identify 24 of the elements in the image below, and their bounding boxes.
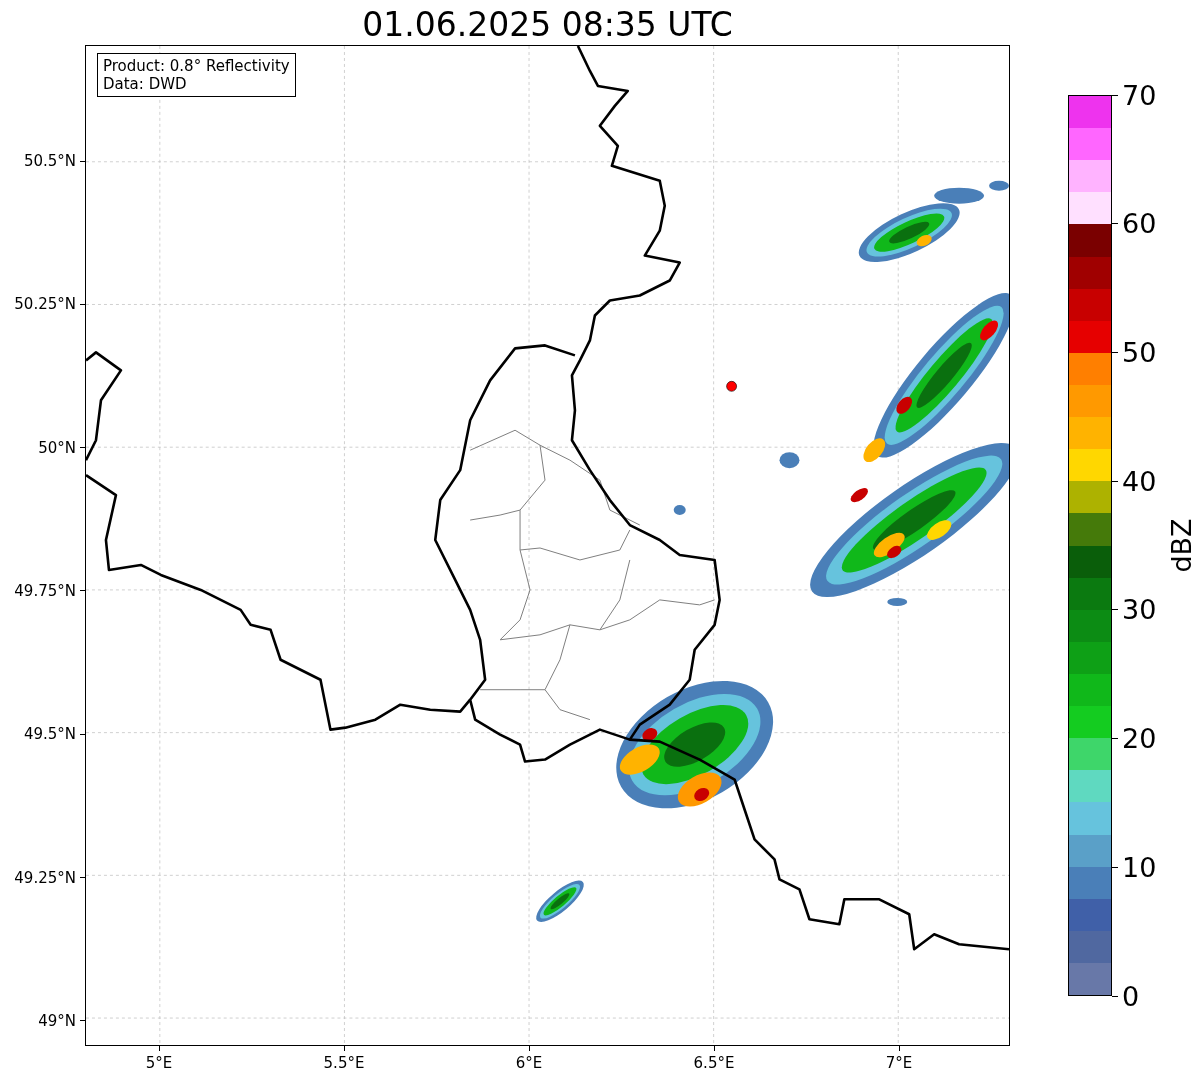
- longitude-tick-label: 6°E: [515, 1054, 543, 1072]
- latitude-tick-label: 49°N: [38, 1011, 76, 1030]
- legend-text: Data: DWD: [103, 75, 188, 93]
- colorbar-tick-label: 60: [1122, 208, 1157, 240]
- longitude-tick-label: 5°E: [145, 1054, 173, 1072]
- latitude-tick-label: 49.75°N: [14, 581, 76, 600]
- latitude-tick-label: 49.25°N: [14, 868, 76, 887]
- colorbar-tick-label: 10: [1122, 851, 1157, 883]
- plot-title: 01.06.2025 08:35 UTC: [361, 4, 734, 45]
- longitude-tick-label: 6.5°E: [693, 1054, 735, 1072]
- colorbar-tick-label: 30: [1122, 594, 1157, 626]
- longitude-tick-label: 7°E: [885, 1054, 913, 1072]
- legend-text: Product: 0.8° Reflectivity: [103, 57, 290, 75]
- colorbar-tick-label: 20: [1122, 723, 1157, 755]
- latitude-tick-label: 50°N: [38, 438, 76, 457]
- longitude-tick-label: 5.5°E: [323, 1054, 365, 1072]
- latitude-tick-label: 50.5°N: [23, 152, 76, 170]
- colorbar-label: dBZ: [1165, 517, 1197, 573]
- colorbar-tick-label: 70: [1122, 79, 1157, 111]
- latitude-tick-label: 49.5°N: [23, 725, 76, 744]
- colorbar-tick-label: 0: [1122, 980, 1140, 1012]
- latitude-tick-label: 50.25°N: [14, 295, 76, 314]
- colorbar-tick-label: 50: [1122, 336, 1157, 368]
- colorbar-tick-label: 40: [1122, 465, 1157, 497]
